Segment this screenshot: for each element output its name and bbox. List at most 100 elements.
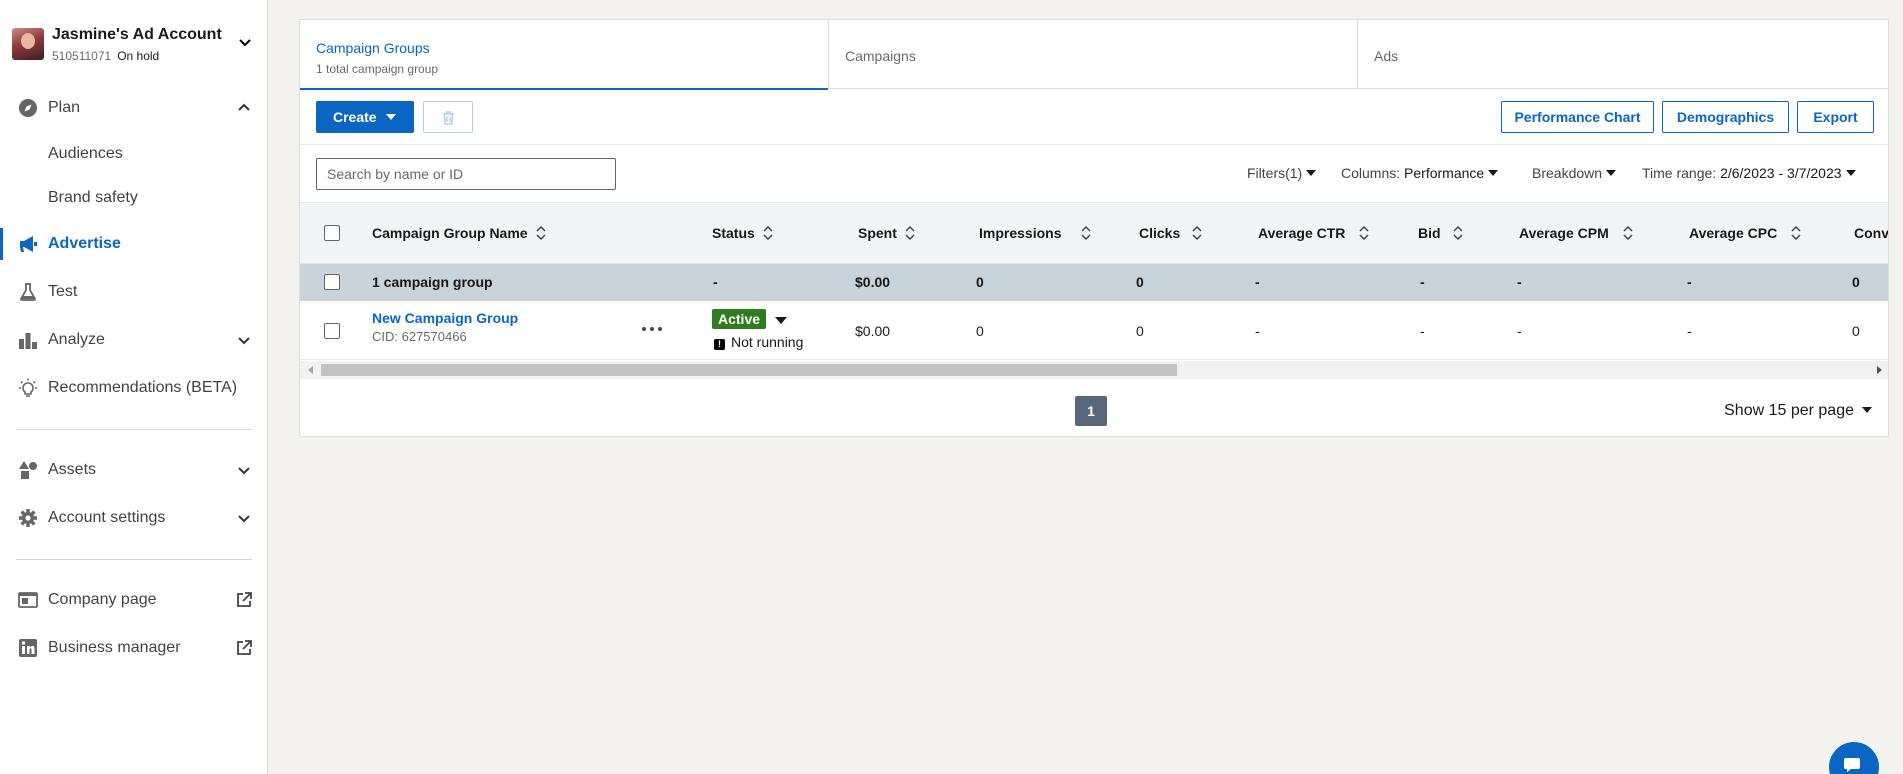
caret-down-icon <box>1488 170 1499 176</box>
sidebar-item-brand-safety[interactable]: Brand safety <box>0 178 268 218</box>
horizontal-scrollbar[interactable] <box>300 361 1888 379</box>
performance-chart-button[interactable]: Performance Chart <box>1501 101 1654 133</box>
sidebar-item-account-settings[interactable]: Account settings <box>0 498 268 538</box>
create-button-label: Create <box>333 109 377 125</box>
delivery-status: ! Not running <box>714 334 803 350</box>
scrollbar-thumb[interactable] <box>321 364 1177 376</box>
summary-spent: $0.00 <box>855 274 891 290</box>
flask-icon <box>20 283 36 301</box>
time-range-dropdown[interactable]: Time range: 2/6/2023 - 3/7/2023 <box>1642 165 1856 181</box>
tab-ads[interactable]: Ads <box>1358 20 1888 89</box>
trash-icon <box>443 111 454 125</box>
export-button[interactable]: Export <box>1797 101 1874 133</box>
breakdown-dropdown[interactable]: Breakdown <box>1532 165 1617 181</box>
campaign-group-name-link[interactable]: New Campaign Group <box>372 310 518 326</box>
summary-cpc: - <box>1687 274 1692 290</box>
sidebar-item-company-page[interactable]: Company page <box>0 580 268 620</box>
sidebar-item-plan[interactable]: Plan <box>0 88 268 128</box>
sidebar-item-advertise[interactable]: Advertise <box>0 224 268 264</box>
sidebar-item-audiences[interactable]: Audiences <box>0 134 268 174</box>
breakdown-label: Breakdown <box>1532 165 1603 181</box>
sort-icon <box>1453 226 1463 240</box>
sidebar-item-label: Brand safety <box>48 189 138 206</box>
summary-checkbox[interactable] <box>324 274 340 290</box>
linkedin-icon <box>19 639 37 657</box>
column-header-label: Bid <box>1418 225 1441 241</box>
column-header-impressions[interactable]: Impressions <box>979 225 1092 241</box>
sidebar-item-test[interactable]: Test <box>0 272 268 312</box>
sidebar: Jasmine's Ad Account 510511071 On hold Pl… <box>0 0 268 774</box>
column-header-conversions[interactable]: Conv <box>1854 225 1888 241</box>
summary-status: - <box>713 274 718 290</box>
gear-icon <box>19 509 37 527</box>
caret-down-icon <box>1862 407 1872 413</box>
summary-ctr: - <box>1255 274 1260 290</box>
status-badge: Active <box>712 309 767 329</box>
sort-icon <box>1081 226 1092 240</box>
sort-icon <box>1623 226 1633 240</box>
account-status: On hold <box>117 49 160 63</box>
delete-button[interactable] <box>423 101 473 133</box>
chat-button[interactable] <box>1829 742 1879 774</box>
tab-label: Campaign Groups <box>316 40 430 56</box>
campaign-group-id: CID: 627570466 <box>372 329 467 344</box>
info-icon: ! <box>714 339 725 350</box>
row-cpm: - <box>1517 323 1522 339</box>
row-impressions: 0 <box>976 323 984 339</box>
column-header-average-ctr[interactable]: Average CTR <box>1258 225 1369 241</box>
sidebar-divider <box>16 559 252 560</box>
filters-dropdown[interactable]: Filters(1) <box>1247 165 1317 181</box>
column-header-status[interactable]: Status <box>712 225 773 241</box>
demographics-button[interactable]: Demographics <box>1662 101 1789 133</box>
sidebar-item-label: Advertise <box>48 235 121 252</box>
sidebar-item-label: Company page <box>48 591 157 608</box>
column-header-average-cpm[interactable]: Average CPM <box>1519 225 1633 241</box>
tab-label: Ads <box>1374 48 1399 64</box>
search-input[interactable] <box>316 158 616 190</box>
account-switcher[interactable]: Jasmine's Ad Account 510511071 On hold <box>12 26 257 66</box>
more-options-icon[interactable] <box>640 319 664 339</box>
sidebar-item-business-manager[interactable]: Business manager <box>0 628 268 668</box>
page-icon <box>18 592 38 608</box>
column-header-spent[interactable]: Spent <box>858 225 915 241</box>
caret-down-icon <box>1306 170 1317 176</box>
sidebar-item-recommendations[interactable]: Recommendations (BETA) <box>0 368 268 408</box>
row-spent: $0.00 <box>855 323 891 339</box>
row-conv: 0 <box>1852 323 1860 339</box>
per-page-dropdown[interactable]: Show 15 per page <box>1724 402 1872 420</box>
select-all-checkbox[interactable] <box>324 225 340 241</box>
columns-label: Columns: <box>1341 165 1401 181</box>
chevron-down-icon[interactable] <box>235 32 255 52</box>
filter-bar: Filters(1) Columns: Performance Breakdow… <box>300 145 1888 203</box>
column-header-bid[interactable]: Bid <box>1418 225 1463 241</box>
tab-campaigns[interactable]: Campaigns <box>829 20 1358 89</box>
sidebar-item-label: Recommendations (BETA) <box>48 379 238 396</box>
column-header-clicks[interactable]: Clicks <box>1139 225 1202 241</box>
filters-label: Filters(1) <box>1247 165 1303 181</box>
column-header-label: Status <box>712 225 755 241</box>
status-dropdown-caret-icon[interactable] <box>775 317 787 324</box>
column-header-name[interactable]: Campaign Group Name <box>372 225 546 241</box>
sidebar-item-label: Plan <box>48 99 81 116</box>
row-checkbox[interactable] <box>324 323 340 339</box>
delivery-status-label: Not running <box>731 334 804 350</box>
create-button[interactable]: Create <box>316 101 414 133</box>
time-range-value: 2/6/2023 - 3/7/2023 <box>1720 165 1842 181</box>
chevron-down-icon <box>238 467 250 475</box>
page-number-button[interactable]: 1 <box>1075 396 1107 426</box>
sidebar-item-analyze[interactable]: Analyze <box>0 320 268 360</box>
scroll-right-icon[interactable] <box>1877 366 1882 374</box>
entity-tabs: Campaign Groups 1 total campaign group C… <box>300 20 1888 90</box>
external-link-icon <box>237 640 252 655</box>
column-header-label: Average CTR <box>1258 225 1346 241</box>
sidebar-item-assets[interactable]: Assets <box>0 450 268 490</box>
row-clicks: 0 <box>1136 323 1144 339</box>
tab-campaign-groups[interactable]: Campaign Groups 1 total campaign group <box>300 20 829 90</box>
summary-clicks: 0 <box>1136 274 1144 290</box>
column-header-average-cpc[interactable]: Average CPC <box>1689 225 1801 241</box>
columns-dropdown[interactable]: Columns: Performance <box>1341 165 1499 181</box>
scroll-left-icon[interactable] <box>308 366 313 374</box>
sort-icon <box>1791 226 1801 240</box>
account-id: 510511071 <box>52 49 112 63</box>
bar-chart-icon <box>19 333 37 349</box>
